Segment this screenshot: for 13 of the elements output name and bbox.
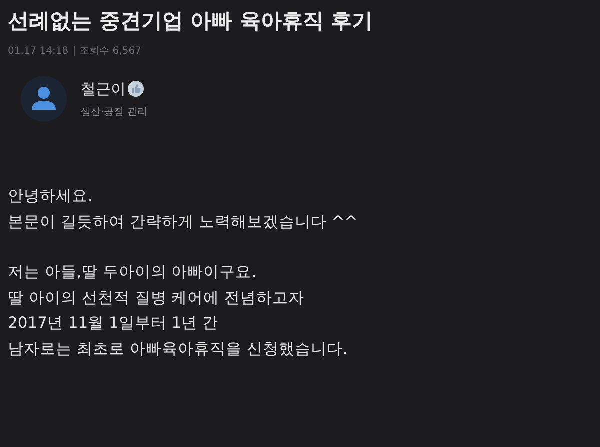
avatar-icon — [21, 76, 67, 122]
body-text: 안녕하세요. — [8, 186, 94, 207]
view-count: 조회수 6,567 — [80, 45, 142, 58]
author-role: 생산·공정 관리 — [81, 106, 148, 118]
post-title: 선례없는 중견기업 아빠 육아휴직 후기 — [8, 8, 374, 35]
body-text: 2017년 11월 1일부터 1년 간 — [8, 313, 220, 334]
body-text: 본문이 길듯하여 간략하게 노력해보겠습니다 ^^ — [8, 212, 359, 232]
body-text: 딸 아이의 선천적 질병 케어에 전념하고자 — [8, 288, 306, 308]
thumbs-up-icon — [128, 81, 144, 97]
body-text: 저는 아들,딸 두아이의 아빠이구요. — [8, 262, 258, 283]
author-name: 철근이 — [81, 80, 126, 98]
body-text: 남자로는 최초로 아빠육아휴직을 신청했습니다. — [8, 338, 349, 360]
post-date: 01.17 14:18 — [8, 46, 69, 56]
